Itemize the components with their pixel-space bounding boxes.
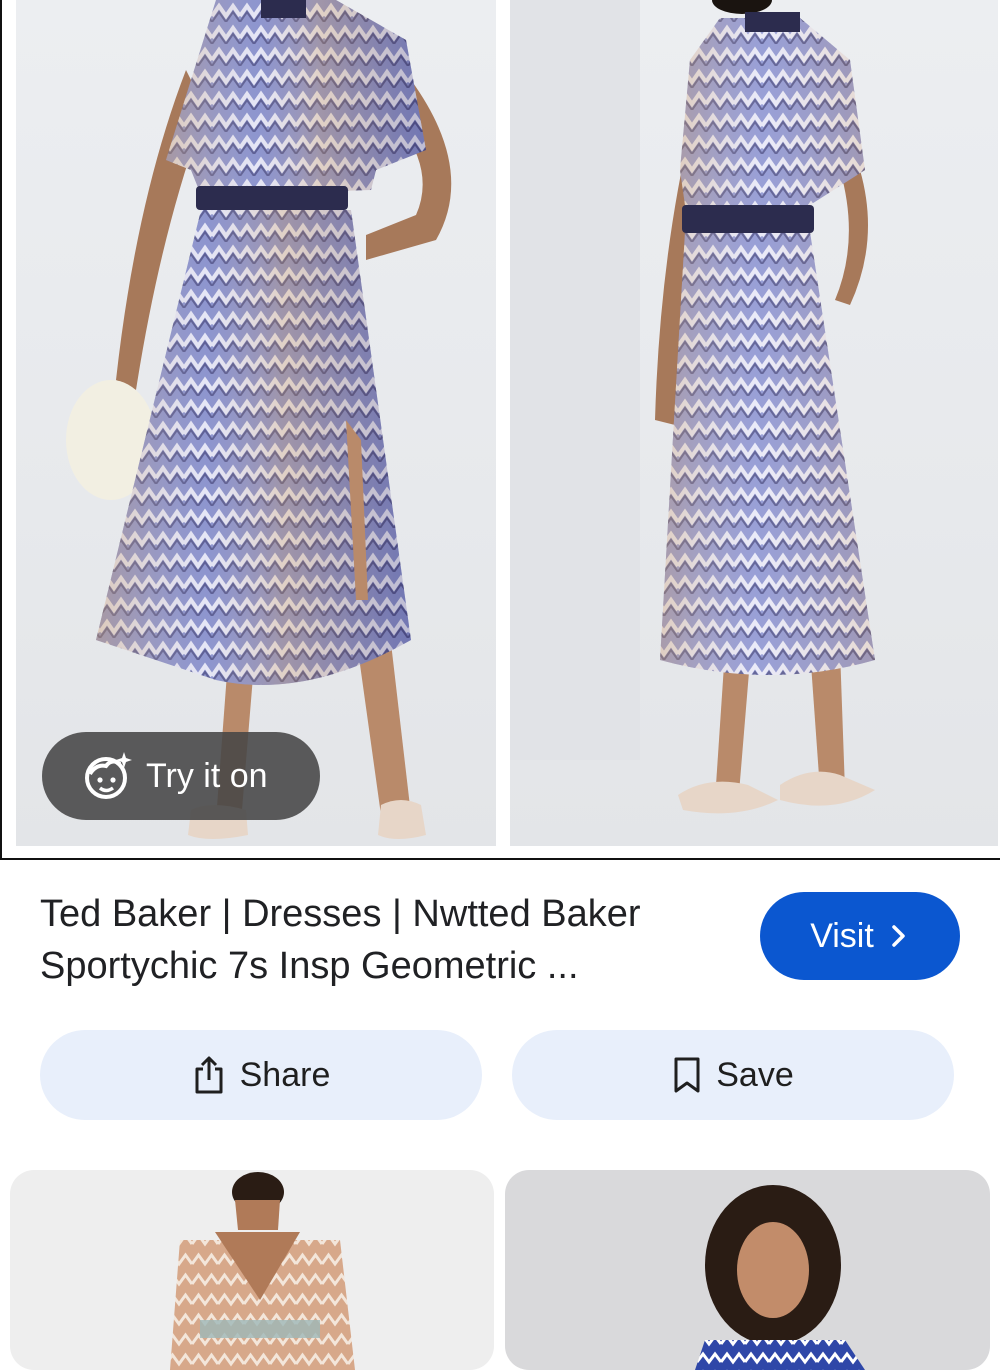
share-icon [195, 1056, 223, 1094]
try-it-on-label: Try it on [146, 756, 268, 795]
visit-button[interactable]: Visit [760, 892, 960, 980]
save-label: Save [716, 1055, 794, 1094]
product-image-front[interactable] [16, 0, 496, 846]
face-sparkle-icon [85, 752, 132, 799]
bookmark-icon [674, 1057, 700, 1093]
listing-title-line2: Sportychic 7s Insp Geometric ... [40, 945, 579, 987]
share-button[interactable]: Share [40, 1030, 482, 1120]
visit-label: Visit [810, 916, 874, 955]
product-image-side[interactable] [510, 0, 998, 846]
related-result-card[interactable] [10, 1170, 494, 1370]
image-viewer: Try it on [0, 0, 1000, 860]
related-result-card[interactable] [505, 1170, 990, 1370]
listing-title-line1: Ted Baker | Dresses | Nwtted Baker [40, 893, 641, 935]
try-it-on-button[interactable]: Try it on [42, 732, 320, 820]
share-label: Share [239, 1055, 331, 1094]
listing-title[interactable]: Ted Baker | Dresses | Nwtted Baker Sport… [40, 888, 720, 992]
save-button[interactable]: Save [512, 1030, 954, 1120]
chevron-right-icon [892, 925, 905, 947]
